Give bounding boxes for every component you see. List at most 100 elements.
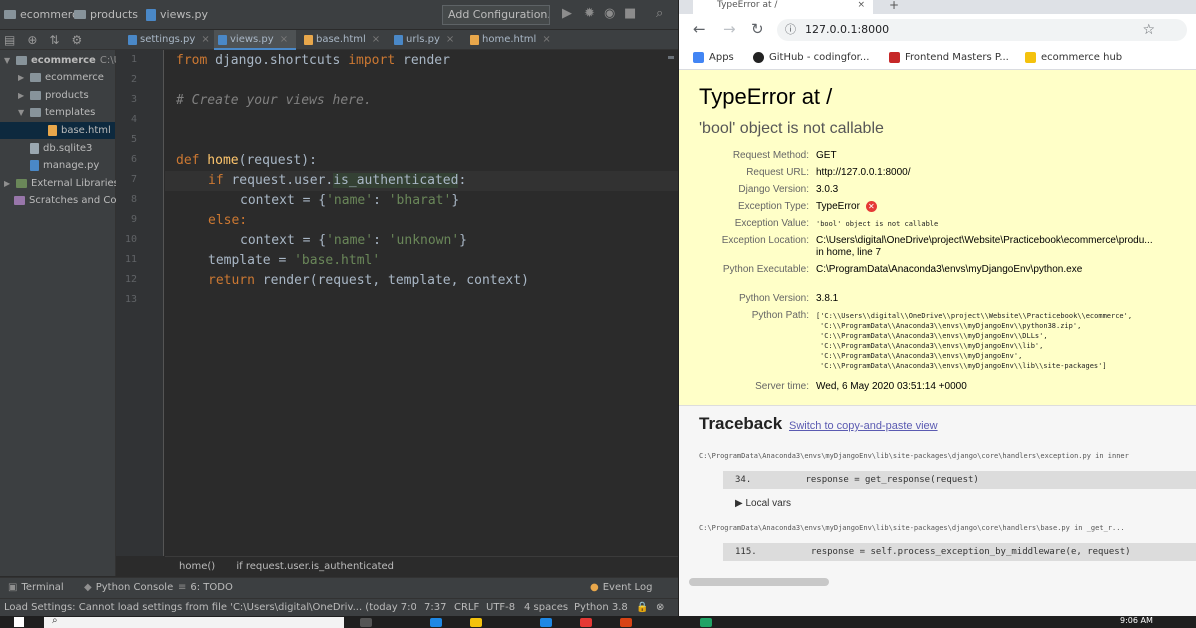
line-number: 1 xyxy=(130,54,137,65)
close-icon[interactable]: × xyxy=(280,34,288,45)
code-editor[interactable]: from django.shortcuts import render # Cr… xyxy=(165,50,678,556)
chevron-right-icon[interactable]: ▶ xyxy=(18,69,26,86)
breadcrumb-products[interactable]: products xyxy=(74,8,138,21)
folder-icon xyxy=(1025,52,1036,63)
tree-label: templates xyxy=(45,107,96,118)
error-summary: TypeError at / 'bool' object is not call… xyxy=(679,70,1196,406)
python-path-line: 'C:\\ProgramData\\Anaconda3\\envs\\myDja… xyxy=(820,322,1082,330)
close-icon[interactable]: × xyxy=(857,0,865,10)
tree-item-templates[interactable]: ▼ templates xyxy=(18,104,95,121)
caret-position[interactable]: 7:37 xyxy=(424,599,446,616)
reload-icon[interactable]: ↻ xyxy=(751,21,764,37)
tab-views-py[interactable]: views.py × xyxy=(214,30,297,50)
stop-icon[interactable]: ■ xyxy=(624,7,636,21)
taskbar-search-box[interactable]: ⌕ xyxy=(44,615,344,628)
local-vars-toggle[interactable]: ▶ Local vars xyxy=(735,498,791,509)
back-icon[interactable]: ← xyxy=(693,21,706,37)
tree-item-products[interactable]: ▶ products xyxy=(18,87,89,104)
bookmark-apps[interactable]: Apps xyxy=(693,52,734,63)
folder-icon xyxy=(30,73,41,82)
new-tab-icon[interactable]: + xyxy=(889,0,899,12)
python-console-tab[interactable]: ◆ Python Console xyxy=(84,582,173,593)
lock-icon[interactable]: 🔒 xyxy=(636,599,648,616)
terminal-tab[interactable]: ▣ Terminal xyxy=(8,582,64,593)
notifications-icon[interactable]: ⊗ xyxy=(656,599,664,616)
line-number-gutter: 1 2 3 4 5 6 7 8 9 10 11 12 13 xyxy=(116,50,164,556)
line-number: 6 xyxy=(130,154,137,165)
pycharm-icon[interactable] xyxy=(700,618,712,627)
line-number: 2 xyxy=(130,74,137,85)
tree-item-db-sqlite3[interactable]: db.sqlite3 xyxy=(30,140,92,157)
line-separator[interactable]: CRLF xyxy=(454,599,479,616)
switch-view-link[interactable]: Switch to copy-and-paste view xyxy=(789,420,938,432)
bookmark-frontend-masters[interactable]: Frontend Masters P... xyxy=(889,52,1009,63)
event-log-tab[interactable]: ● Event Log xyxy=(590,582,652,593)
code-line-1: from django.shortcuts import render xyxy=(176,53,450,68)
todo-tab[interactable]: ≡ 6: TODO xyxy=(178,582,233,593)
pycharm-window: ecommerce products views.py Add Configur… xyxy=(0,0,678,616)
tab-home-html[interactable]: home.html × xyxy=(466,30,559,50)
search-icon[interactable]: ⌕ xyxy=(656,7,663,21)
horizontal-scrollbar[interactable] xyxy=(689,578,829,586)
meta-value: GET xyxy=(816,150,837,161)
add-configuration-button[interactable]: Add Configuration... xyxy=(442,5,550,25)
clock[interactable]: 9:06 AM xyxy=(1120,616,1153,626)
code-line-8: context = {'name': 'bharat'} xyxy=(240,193,460,208)
edge-icon[interactable] xyxy=(430,618,442,627)
frame-code-line[interactable]: 115. response = self.process_exception_b… xyxy=(723,543,1196,561)
forward-icon[interactable]: → xyxy=(723,21,736,37)
file-encoding[interactable]: UTF-8 xyxy=(486,599,515,616)
folder-icon xyxy=(16,56,27,65)
bookmark-star-icon[interactable]: ☆ xyxy=(1142,19,1155,41)
tree-item-ecommerce[interactable]: ▶ ecommerce xyxy=(18,69,104,86)
bookmark-ecommerce-hub[interactable]: ecommerce hub xyxy=(1025,52,1122,63)
tree-item-external-libraries[interactable]: ▶ External Libraries xyxy=(4,175,119,192)
close-icon[interactable]: × xyxy=(201,34,209,45)
bookmark-github[interactable]: GitHub - codingfor... xyxy=(753,52,869,63)
chrome-icon[interactable] xyxy=(620,618,632,627)
file-explorer-icon[interactable] xyxy=(470,618,482,627)
app-icon[interactable] xyxy=(580,618,592,627)
chevron-right-icon[interactable]: ▶ xyxy=(18,87,26,104)
target-icon[interactable]: ⊕ xyxy=(27,33,37,47)
python-interpreter[interactable]: Python 3.8 xyxy=(574,599,628,616)
breadcrumb-condition[interactable]: if request.user.is_authenticated xyxy=(236,561,394,572)
browser-tab[interactable]: TypeError at / × xyxy=(693,0,873,14)
tab-label: base.html xyxy=(316,34,366,45)
close-icon[interactable]: × xyxy=(542,34,550,45)
breadcrumb-file[interactable]: views.py xyxy=(146,8,208,21)
collapse-icon[interactable]: ⇅ xyxy=(49,33,59,47)
chevron-down-icon[interactable]: ▼ xyxy=(4,52,12,69)
tree-item-scratches[interactable]: Scratches and Co xyxy=(14,192,116,209)
frame-code-line[interactable]: 34. response = get_response(request) xyxy=(723,471,1196,489)
dropbox-icon[interactable] xyxy=(540,618,552,627)
address-bar[interactable]: ⓘ 127.0.0.1:8000 ☆ xyxy=(777,19,1187,41)
breadcrumb-project[interactable]: ecommerce xyxy=(4,8,85,21)
project-view-icon[interactable]: ▤ xyxy=(4,33,15,47)
info-icon[interactable]: ⓘ xyxy=(785,19,796,41)
tab-urls-py[interactable]: urls.py × xyxy=(390,30,462,50)
close-icon[interactable]: × xyxy=(372,34,380,45)
python-path-line: 'C:\\ProgramData\\Anaconda3\\envs\\myDja… xyxy=(820,332,1048,340)
coverage-icon[interactable]: ◉ xyxy=(604,7,615,21)
gear-icon[interactable]: ⚙ xyxy=(71,33,82,47)
indent-setting[interactable]: 4 spaces xyxy=(524,599,568,616)
tree-item-base-html[interactable]: base.html xyxy=(0,122,115,139)
tree-item-root[interactable]: ▼ ecommerce C:\U xyxy=(4,52,121,69)
chevron-right-icon[interactable]: ▶ xyxy=(4,175,12,192)
folder-icon xyxy=(74,10,86,19)
chevron-down-icon[interactable]: ▼ xyxy=(18,104,26,121)
run-icon[interactable]: ▶ xyxy=(562,7,572,21)
debug-icon[interactable]: ✹ xyxy=(584,7,595,21)
python-path-line: 'C:\\ProgramData\\Anaconda3\\envs\\myDja… xyxy=(820,342,1044,350)
tree-item-manage-py[interactable]: manage.py xyxy=(30,157,99,174)
status-message[interactable]: Load Settings: Cannot load settings from… xyxy=(4,599,416,616)
breadcrumb-function[interactable]: home() xyxy=(179,561,215,572)
task-view-icon[interactable] xyxy=(360,618,372,627)
tab-base-html[interactable]: base.html × xyxy=(300,30,388,50)
bookmark-label: Frontend Masters P... xyxy=(905,52,1009,63)
tab-label: urls.py xyxy=(406,34,440,45)
tab-settings-py[interactable]: settings.py × xyxy=(124,30,218,50)
close-icon[interactable]: × xyxy=(446,34,454,45)
windows-start-icon[interactable] xyxy=(14,617,24,627)
